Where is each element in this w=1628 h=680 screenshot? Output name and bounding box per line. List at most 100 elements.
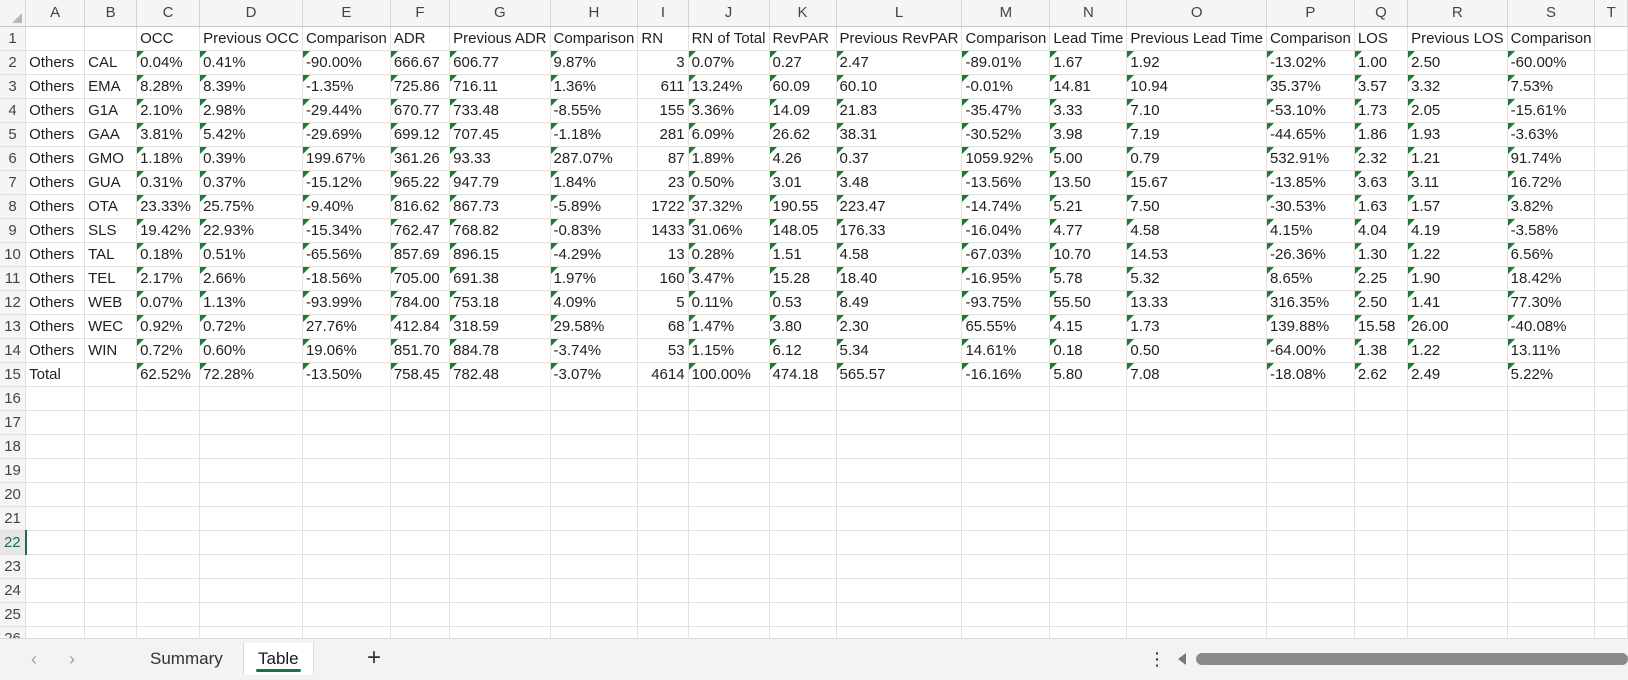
cell[interactable]: 2.47 [836, 50, 963, 75]
cell[interactable]: 1.22 [1407, 242, 1508, 267]
cell[interactable] [836, 602, 963, 627]
cell[interactable] [449, 530, 551, 555]
cell[interactable] [688, 434, 770, 459]
cell[interactable] [199, 626, 303, 638]
cell[interactable]: 0.39% [199, 146, 303, 171]
cell[interactable]: -67.03% [961, 242, 1051, 267]
cell[interactable] [836, 434, 963, 459]
cell[interactable] [25, 410, 86, 435]
cell[interactable]: -93.99% [302, 290, 391, 315]
cell[interactable] [199, 434, 303, 459]
column-header-p[interactable]: P [1266, 0, 1355, 27]
cell[interactable] [84, 458, 138, 483]
cell[interactable]: -60.00% [1507, 50, 1596, 75]
row-header[interactable]: 3 [0, 74, 27, 99]
cell[interactable]: Others [25, 338, 86, 363]
cell[interactable]: -1.35% [302, 74, 391, 99]
cell[interactable] [1407, 578, 1508, 603]
cell[interactable]: 15.58 [1354, 314, 1409, 339]
horizontal-scrollbar[interactable] [1178, 651, 1628, 667]
cell[interactable]: 816.62 [390, 194, 451, 219]
cell[interactable] [84, 554, 138, 579]
row-header[interactable]: 1 [0, 26, 27, 51]
cell[interactable]: 176.33 [836, 218, 963, 243]
cell[interactable] [199, 386, 303, 411]
cell[interactable]: WEB [84, 290, 138, 315]
cell[interactable]: 0.37 [836, 146, 963, 171]
cell[interactable]: -3.58% [1507, 218, 1596, 243]
cell[interactable]: 14.53 [1126, 242, 1267, 267]
cell[interactable]: 0.04% [136, 50, 201, 75]
cell[interactable]: 13.33 [1126, 290, 1267, 315]
cell[interactable] [836, 410, 963, 435]
cell[interactable]: 1.47% [688, 314, 770, 339]
cell[interactable] [136, 410, 201, 435]
cell[interactable] [769, 434, 837, 459]
cell[interactable] [1507, 434, 1596, 459]
row-header[interactable]: 5 [0, 122, 27, 147]
cell[interactable] [1049, 626, 1128, 638]
cell[interactable]: 0.11% [688, 290, 770, 315]
cell[interactable]: 2.66% [199, 266, 303, 291]
cell[interactable] [637, 578, 689, 603]
cell[interactable]: 5.34 [836, 338, 963, 363]
row-header[interactable]: 23 [0, 554, 27, 579]
cell[interactable] [550, 506, 639, 531]
scrollbar-thumb[interactable] [1196, 653, 1628, 665]
cell[interactable]: 3.36% [688, 98, 770, 123]
cell[interactable]: 190.55 [769, 194, 837, 219]
cell[interactable]: Others [25, 122, 86, 147]
cell[interactable] [1594, 626, 1628, 638]
cell[interactable] [1407, 602, 1508, 627]
more-vertical-icon[interactable]: ⋮ [1148, 647, 1166, 671]
header-cell[interactable]: Comparison [550, 26, 639, 51]
cell[interactable]: 3.82% [1507, 194, 1596, 219]
cell[interactable]: 4.04 [1354, 218, 1409, 243]
cell[interactable] [961, 458, 1051, 483]
cell[interactable] [1354, 530, 1409, 555]
cell[interactable] [637, 458, 689, 483]
cell[interactable] [390, 578, 451, 603]
cell[interactable] [449, 602, 551, 627]
cell[interactable] [1507, 602, 1596, 627]
cell[interactable] [1049, 530, 1128, 555]
cell[interactable] [1507, 458, 1596, 483]
header-cell[interactable]: RevPAR [769, 26, 837, 51]
cell[interactable] [836, 506, 963, 531]
cell[interactable] [1266, 410, 1355, 435]
cell[interactable] [1407, 482, 1508, 507]
cell[interactable]: -16.95% [961, 266, 1051, 291]
cell[interactable]: 155 [637, 98, 689, 123]
cell[interactable] [961, 530, 1051, 555]
cell[interactable]: -18.08% [1266, 362, 1355, 387]
cell[interactable] [637, 482, 689, 507]
cell[interactable] [1354, 386, 1409, 411]
cell[interactable]: -3.07% [550, 362, 639, 387]
cell[interactable] [1407, 386, 1508, 411]
cell[interactable]: -0.83% [550, 218, 639, 243]
cell[interactable]: 60.10 [836, 74, 963, 99]
header-cell[interactable]: Lead Time [1049, 26, 1128, 51]
cell[interactable]: -93.75% [961, 290, 1051, 315]
cell[interactable] [688, 626, 770, 638]
cell[interactable] [1507, 482, 1596, 507]
cell[interactable]: -16.04% [961, 218, 1051, 243]
cell[interactable]: 23.33% [136, 194, 201, 219]
cell[interactable] [449, 578, 551, 603]
column-header-c[interactable]: C [136, 0, 201, 27]
cell[interactable] [84, 386, 138, 411]
cell[interactable] [769, 602, 837, 627]
cell[interactable]: 77.30% [1507, 290, 1596, 315]
cell[interactable] [302, 506, 391, 531]
scroll-left-arrow-icon[interactable] [1178, 653, 1186, 665]
cell[interactable]: -14.74% [961, 194, 1051, 219]
cell[interactable] [550, 386, 639, 411]
cell[interactable]: 93.33 [449, 146, 551, 171]
cell[interactable] [1507, 506, 1596, 531]
cell[interactable]: 7.08 [1126, 362, 1267, 387]
header-cell[interactable]: LOS [1354, 26, 1409, 51]
cell[interactable]: 1.97% [550, 266, 639, 291]
cell[interactable]: 758.45 [390, 362, 451, 387]
cell[interactable]: 3.63 [1354, 170, 1409, 195]
cell[interactable] [302, 602, 391, 627]
